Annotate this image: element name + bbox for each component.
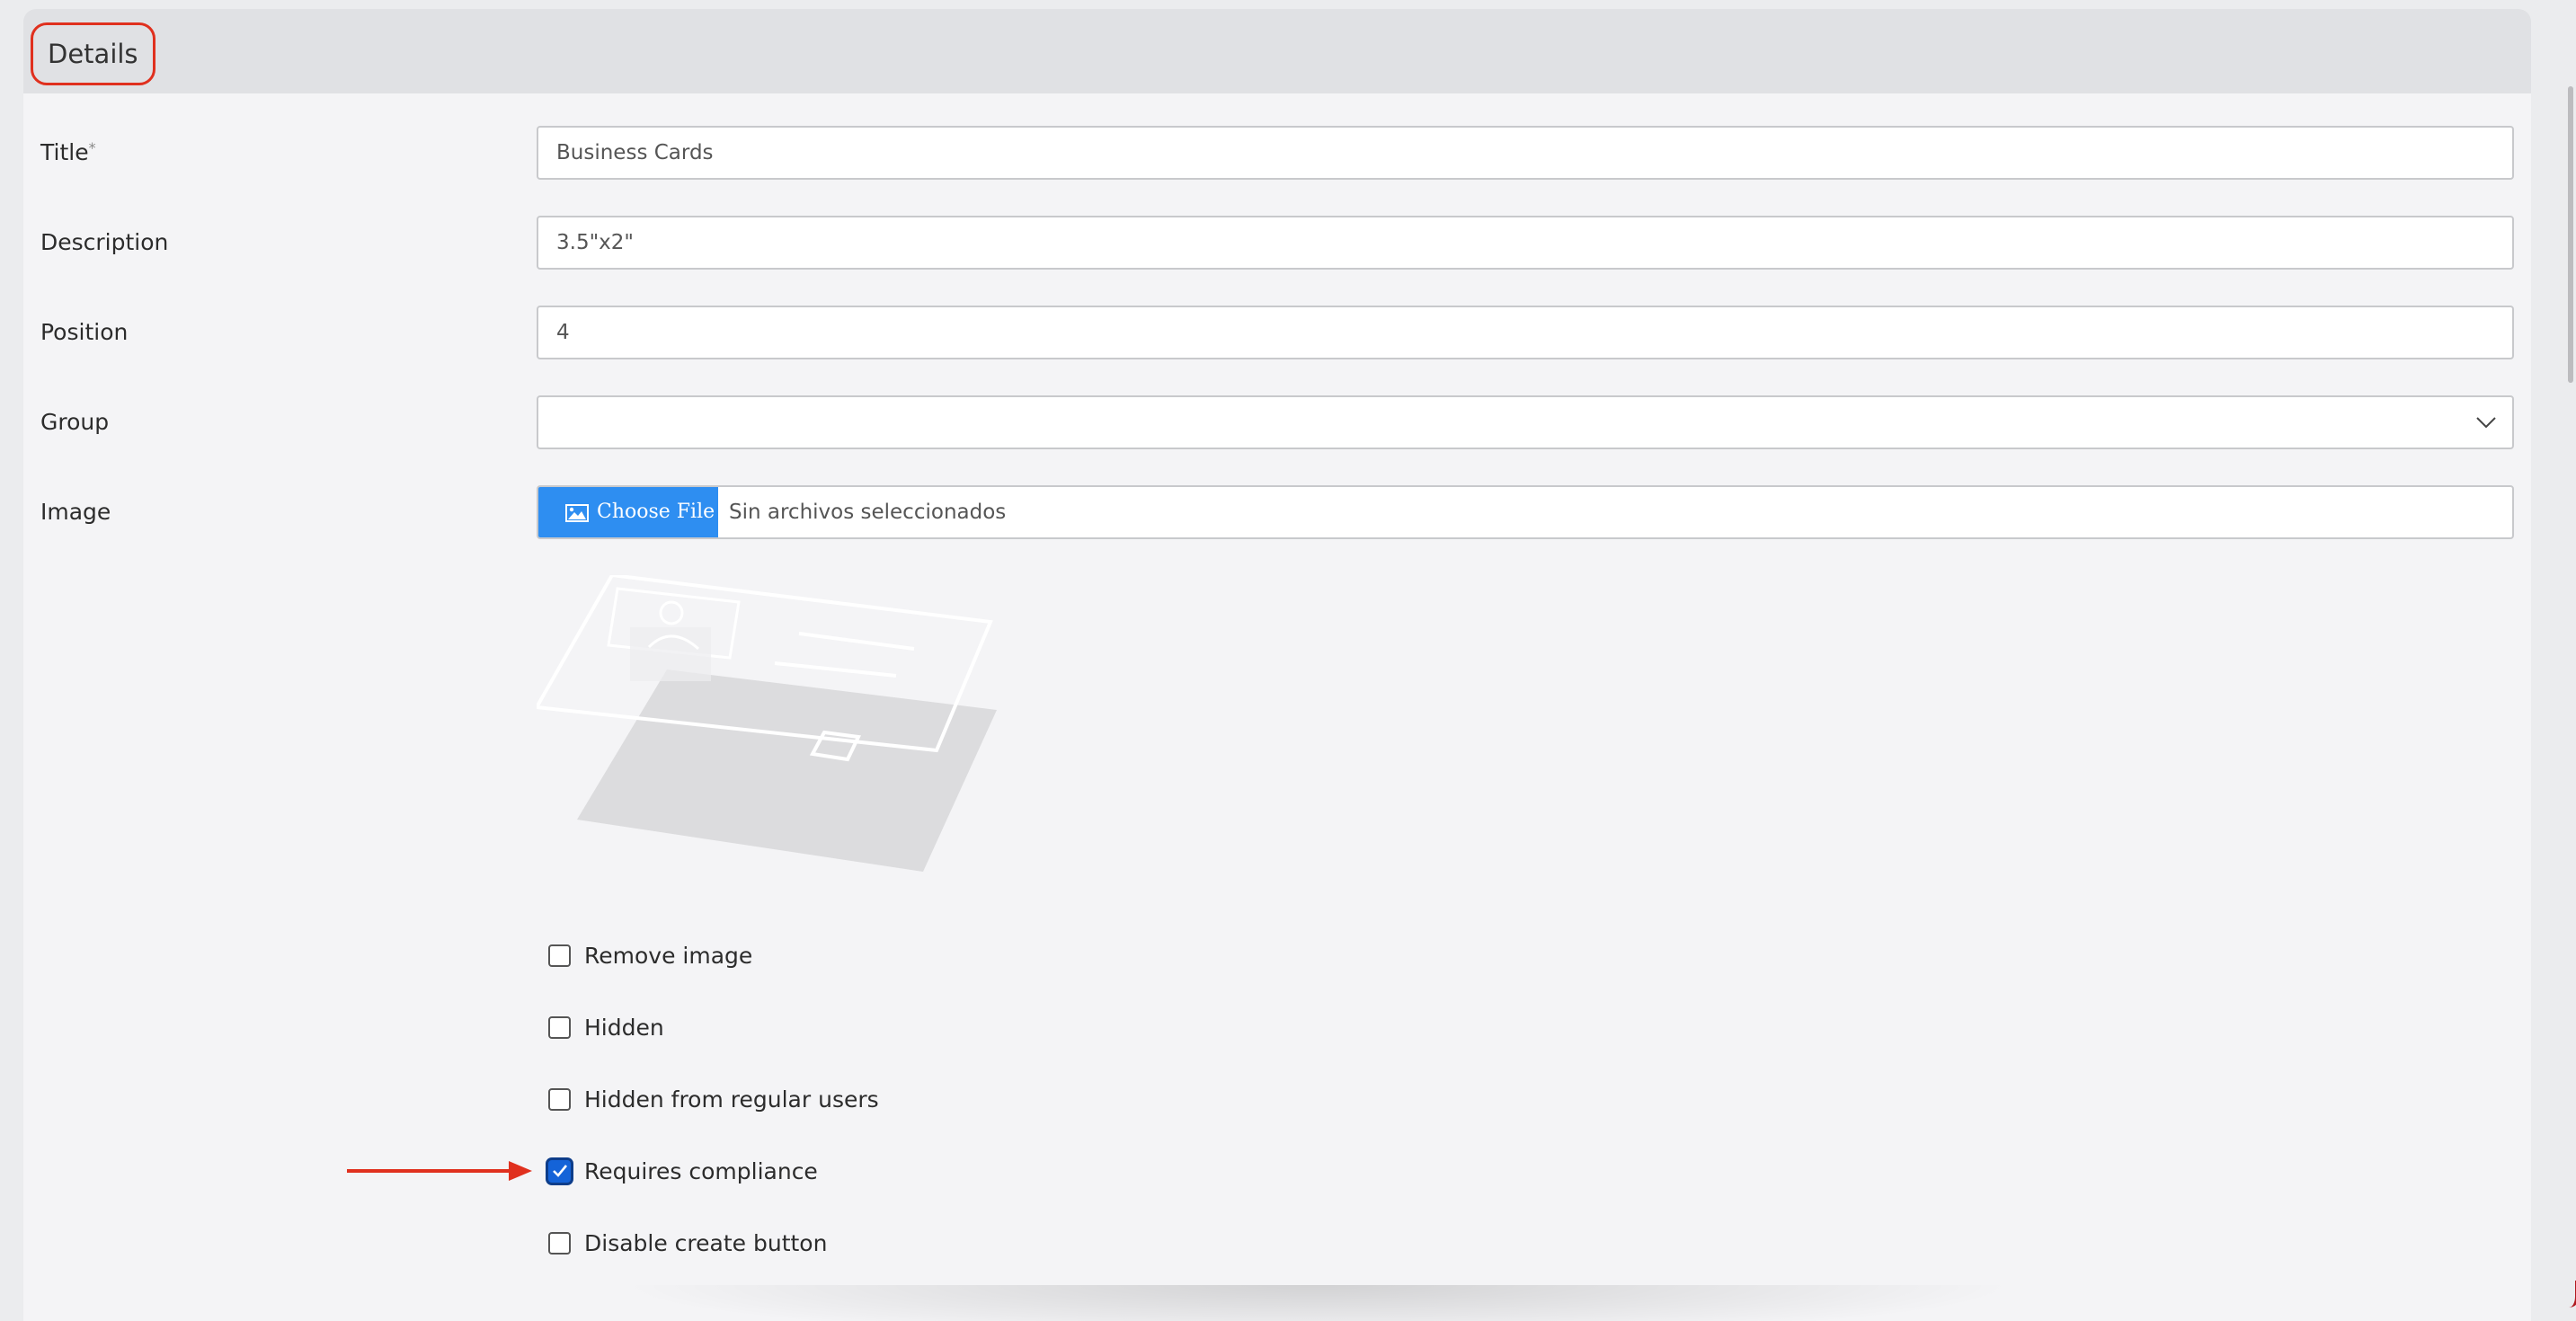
image-icon [565, 504, 589, 522]
details-panel: Details Title* Business Cards Descriptio… [23, 9, 2531, 1321]
image-row: Image Choose File Sin archivos seleccion… [23, 485, 2531, 539]
title-label-text: Title [40, 139, 89, 165]
file-status-text: Sin archivos seleccionados [729, 501, 1007, 524]
choose-file-label: Choose File [597, 501, 715, 523]
window-corner [2563, 1281, 2576, 1308]
hidden-checkbox[interactable] [548, 1016, 571, 1039]
position-input[interactable]: 4 [537, 306, 2514, 359]
image-file-input: Choose File Sin archivos seleccionados [537, 485, 2514, 539]
required-mark: * [88, 139, 96, 156]
requires-compliance-label: Requires compliance [584, 1158, 818, 1184]
image-label: Image [40, 499, 111, 525]
chevron-down-icon [2476, 417, 2496, 429]
position-input-value: 4 [556, 321, 570, 344]
title-input-value: Business Cards [556, 141, 714, 164]
title-row: Title* Business Cards [23, 126, 2531, 180]
title-label: Title* [40, 126, 96, 180]
disable-create-button-checkbox[interactable] [548, 1232, 571, 1255]
business-card-placeholder-icon [537, 575, 997, 872]
position-row: Position 4 [23, 306, 2531, 359]
group-select[interactable] [537, 395, 2514, 449]
disable-create-button-label: Disable create button [584, 1230, 828, 1256]
bottom-shadow [617, 1285, 2019, 1321]
arrow-right-icon [347, 1161, 532, 1181]
hidden-from-regular-users-checkbox[interactable] [548, 1088, 571, 1111]
title-input[interactable]: Business Cards [537, 126, 2514, 180]
description-row: Description 3.5"x2" [23, 216, 2531, 270]
group-label: Group [40, 409, 110, 435]
scrollbar-thumb[interactable] [2568, 86, 2573, 383]
panel-header: Details [23, 9, 2531, 93]
description-input[interactable]: 3.5"x2" [537, 216, 2514, 270]
group-row: Group [23, 395, 2531, 449]
remove-image-label: Remove image [584, 943, 753, 969]
choose-file-button[interactable]: Choose File [538, 487, 718, 537]
hidden-from-regular-users-label: Hidden from regular users [584, 1086, 879, 1113]
hidden-label: Hidden [584, 1015, 664, 1041]
requires-compliance-checkbox[interactable] [548, 1160, 571, 1183]
position-label: Position [40, 319, 129, 345]
checkmark-icon [553, 1165, 568, 1177]
remove-image-checkbox[interactable] [548, 944, 571, 967]
description-label: Description [40, 229, 169, 255]
panel-title: Details [31, 22, 155, 85]
description-input-value: 3.5"x2" [556, 231, 634, 254]
